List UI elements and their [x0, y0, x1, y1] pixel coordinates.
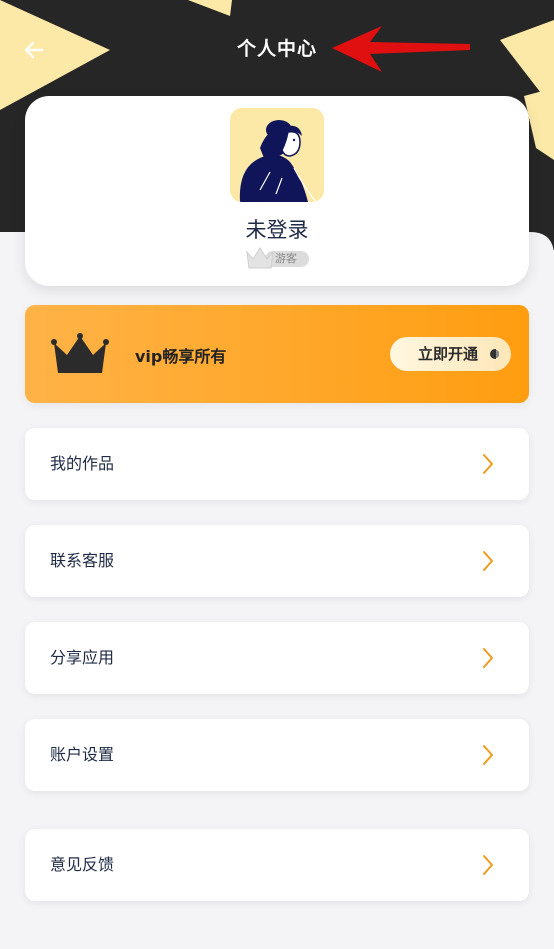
woman-avatar-illustration — [230, 108, 324, 202]
pill-icon-tail — [496, 350, 499, 358]
menu-item-label: 意见反馈 — [50, 855, 115, 874]
menu-item-label: 联系客服 — [50, 551, 115, 570]
menu-item-share-app[interactable]: 分享应用 — [25, 622, 529, 694]
menu-item-account-settings[interactable]: 账户设置 — [25, 719, 529, 791]
avatar[interactable] — [230, 108, 324, 202]
chevron-right-icon — [483, 551, 493, 571]
menu-item-my-works[interactable]: 我的作品 — [25, 428, 529, 500]
chevron-right-icon — [483, 454, 493, 474]
user-name: 未登录 — [245, 218, 309, 242]
menu-item-customer-service[interactable]: 联系客服 — [25, 525, 529, 597]
vip-banner[interactable]: vip畅享所有 立即开通 — [25, 305, 529, 403]
crown-icon — [51, 333, 109, 373]
guest-badge-label: 游客 — [275, 252, 297, 265]
guest-badge: 游客 — [245, 246, 311, 270]
vip-subscribe-button[interactable]: 立即开通 — [390, 337, 511, 371]
menu-item-label: 分享应用 — [50, 648, 115, 667]
vip-text: vip畅享所有 — [135, 347, 227, 366]
menu-item-label: 账户设置 — [50, 745, 115, 764]
menu-item-feedback[interactable]: 意见反馈 — [25, 829, 529, 901]
chevron-right-icon — [483, 745, 493, 765]
vip-subscribe-label: 立即开通 — [418, 345, 479, 363]
chevron-right-icon — [483, 855, 493, 875]
red-arrow-annotation — [332, 26, 470, 72]
chevron-right-icon — [483, 648, 493, 668]
profile-card: 未登录 游客 — [25, 96, 529, 286]
menu-item-label: 我的作品 — [50, 454, 115, 473]
crown-mini-icon — [246, 247, 274, 269]
